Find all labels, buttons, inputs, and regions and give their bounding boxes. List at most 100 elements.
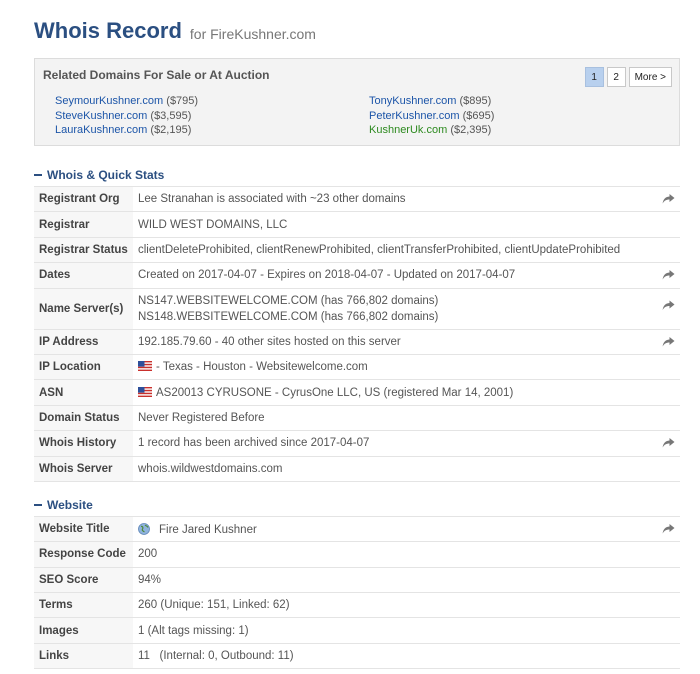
table-row: Terms 260 (Unique: 151, Linked: 62) — [34, 592, 680, 618]
row-label: Website Title — [34, 515, 133, 542]
related-domains-list: SeymourKushner.com ($795) TonyKushner.co… — [43, 94, 671, 138]
table-row: Whois Server whois.wildwestdomains.com — [34, 455, 680, 482]
related-domain-item: SteveKushner.com ($3,595) — [55, 109, 369, 124]
share-arrow-icon[interactable] — [662, 300, 675, 311]
table-row: SEO Score 94% — [34, 566, 680, 593]
response-code-value: 200 — [133, 541, 680, 568]
seo-score-value: 94% — [133, 566, 680, 593]
related-domain-item: PeterKushner.com ($695) — [369, 109, 669, 124]
row-label: Dates — [34, 262, 133, 289]
row-label: Domain Status — [34, 404, 133, 431]
collapse-icon — [34, 503, 42, 506]
related-domain-price: ($695) — [462, 109, 495, 122]
website-section-toggle[interactable]: Website — [34, 494, 680, 516]
row-label: Registrant Org — [34, 185, 133, 212]
row-label: Response Code — [34, 541, 133, 568]
row-value: NS147.WEBSITEWELCOME.COM (has 766,802 do… — [133, 287, 680, 330]
related-domain-link[interactable]: LauraKushner.com — [55, 124, 147, 136]
registrant-org-value: Lee Stranahan is associated with ~23 oth… — [138, 193, 406, 206]
domain-status-value: Never Registered Before — [133, 404, 680, 431]
name-server-1: NS147.WEBSITEWELCOME.COM (has 766,802 do… — [138, 294, 439, 307]
related-pager: 1 2 More > — [584, 67, 672, 87]
row-label: Registrar Status — [34, 236, 133, 263]
row-label: Terms — [34, 592, 133, 618]
page-header: Whois Record for FireKushner.com — [34, 0, 680, 56]
pager-page-1[interactable]: 1 — [584, 67, 604, 87]
row-label: Name Server(s) — [34, 287, 133, 330]
terms-value: 260 (Unique: 151, Linked: 62) — [133, 592, 680, 618]
ip-location-value: - Texas - Houston - Websitewelcome.com — [156, 361, 368, 374]
related-domain-price: ($795) — [166, 95, 199, 107]
related-domain-item: SeymourKushner.com ($795) — [55, 94, 369, 109]
registrar-status-value: clientDeleteProhibited, clientRenewProhi… — [133, 236, 680, 263]
share-arrow-icon[interactable] — [662, 336, 675, 347]
related-domain-link[interactable]: PeterKushner.com — [369, 110, 460, 122]
row-label: Registrar — [34, 211, 133, 238]
related-domain-link[interactable]: SteveKushner.com — [55, 110, 147, 122]
related-domains-title: Related Domains For Sale or At Auction — [43, 68, 270, 82]
related-domain-price: ($2,195) — [150, 124, 192, 136]
related-domain-item: KushnerUk.com ($2,395) — [369, 123, 669, 138]
row-value: Lee Stranahan is associated with ~23 oth… — [133, 185, 680, 212]
pager-more-button[interactable]: More > — [628, 67, 672, 87]
related-domain-link[interactable]: TonyKushner.com — [369, 95, 456, 107]
whois-history-value: 1 record has been archived since 2017-04… — [138, 437, 370, 450]
table-row: Name Server(s) NS147.WEBSITEWELCOME.COM … — [34, 287, 680, 330]
table-row: IP Address 192.185.79.60 - 40 other site… — [34, 328, 680, 355]
row-value: Fire Jared Kushner — [133, 515, 680, 542]
related-domain-price: ($2,395) — [450, 124, 492, 136]
related-domain-link[interactable]: KushnerUk.com — [369, 124, 447, 136]
share-arrow-icon[interactable] — [662, 194, 675, 205]
row-label: Links — [34, 642, 133, 670]
share-arrow-icon[interactable] — [662, 438, 675, 449]
row-value: AS20013 CYRUSONE - CyrusOne LLC, US (reg… — [133, 379, 680, 406]
row-label: SEO Score — [34, 566, 133, 593]
website-table: Website Title Fire Jared Kushner Respons… — [34, 515, 680, 670]
row-label: IP Address — [34, 328, 133, 355]
table-row: Registrar Status clientDeleteProhibited,… — [34, 236, 680, 263]
related-domain-item: LauraKushner.com ($2,195) — [55, 123, 369, 138]
table-row: Registrar WILD WEST DOMAINS, LLC — [34, 211, 680, 238]
row-label: ASN — [34, 379, 133, 406]
row-label: Images — [34, 617, 133, 644]
table-row: Response Code 200 — [34, 541, 680, 568]
row-value: 192.185.79.60 - 40 other sites hosted on… — [133, 328, 680, 355]
website-title-value: Fire Jared Kushner — [159, 523, 257, 536]
whois-section-toggle[interactable]: Whois & Quick Stats — [34, 164, 680, 186]
whois-section-title: Whois & Quick Stats — [47, 168, 165, 182]
related-domain-link[interactable]: SeymourKushner.com — [55, 95, 163, 107]
row-label: IP Location — [34, 353, 133, 380]
related-domain-price: ($895) — [459, 95, 492, 107]
images-value: 1 (Alt tags missing: 1) — [133, 617, 680, 644]
registrar-value: WILD WEST DOMAINS, LLC — [133, 211, 680, 238]
whois-table: Registrant Org Lee Stranahan is associat… — [34, 185, 680, 482]
related-domain-item: TonyKushner.com ($895) — [369, 94, 669, 109]
row-label: Whois History — [34, 430, 133, 457]
table-row: Whois History 1 record has been archived… — [34, 430, 680, 457]
pager-page-2[interactable]: 2 — [606, 67, 626, 87]
website-section-title: Website — [47, 497, 93, 512]
links-value: 11 (Internal: 0, Outbound: 11) — [133, 642, 680, 670]
table-row: IP Location - Texas - Houston - Websitew… — [34, 353, 680, 380]
us-flag-icon — [138, 361, 152, 371]
table-row: Registrant Org Lee Stranahan is associat… — [34, 185, 680, 212]
page-subtitle: for FireKushner.com — [189, 26, 316, 42]
row-value: Created on 2017-04-07 - Expires on 2018-… — [133, 262, 680, 289]
page: Whois Record for FireKushner.com Related… — [0, 0, 700, 674]
row-label: Whois Server — [34, 455, 133, 482]
share-arrow-icon[interactable] — [662, 524, 675, 535]
table-row: Domain Status Never Registered Before — [34, 404, 680, 431]
table-row: Images 1 (Alt tags missing: 1) — [34, 617, 680, 644]
collapse-icon — [34, 174, 42, 176]
page-title: Whois Record — [34, 18, 182, 43]
whois-server-value: whois.wildwestdomains.com — [133, 455, 680, 482]
table-row: Links 11 (Internal: 0, Outbound: 11) — [34, 642, 680, 670]
row-value: 1 record has been archived since 2017-04… — [133, 430, 680, 457]
share-arrow-icon[interactable] — [662, 270, 675, 281]
table-row: ASN AS20013 CYRUSONE - CyrusOne LLC, US … — [34, 379, 680, 406]
globe-icon — [138, 523, 150, 535]
related-domain-price: ($3,595) — [150, 109, 192, 122]
us-flag-icon — [138, 387, 152, 397]
asn-value: AS20013 CYRUSONE - CyrusOne LLC, US (reg… — [156, 386, 514, 399]
ip-address-value: 192.185.79.60 - 40 other sites hosted on… — [138, 335, 401, 348]
